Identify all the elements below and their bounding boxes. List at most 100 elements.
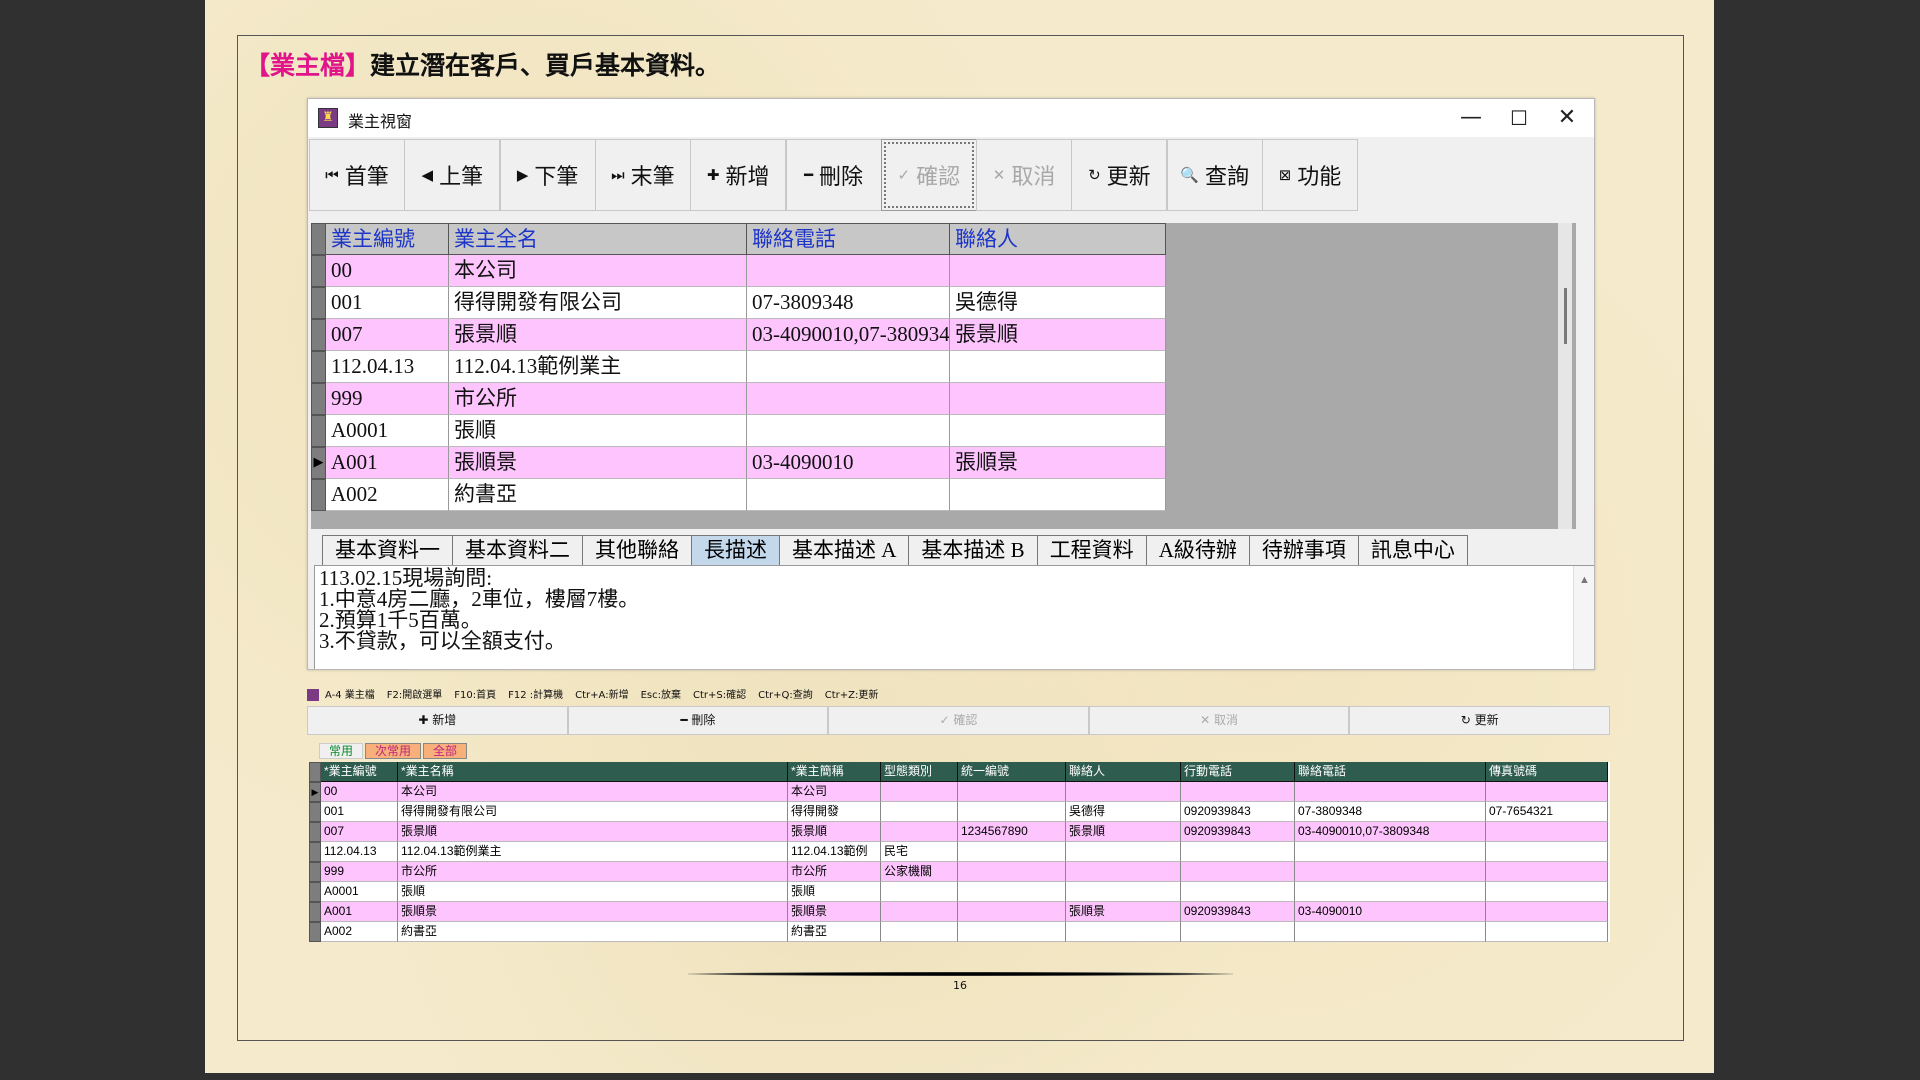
owner-list-grid[interactable]: *業主編號 *業主名稱 *業主簡稱 型態類別 統一編號 聯絡人 行動電話 聯絡電話 傳真號碼 ▶ 0… — [309, 762, 1610, 942]
grid-header-cell[interactable]: 業主全名 — [449, 223, 747, 255]
grid-cell[interactable]: 得得開發有限公司 — [449, 287, 747, 319]
owner-grid[interactable]: 業主編號 業主全名 聯絡電話 聯絡人 00 本公司 001 得得開發有限公司 07-380934… — [311, 223, 1576, 529]
list-cell[interactable]: A001 — [321, 902, 398, 922]
grid-cell[interactable] — [950, 383, 1166, 415]
list-cell[interactable]: 張順景 — [1066, 902, 1181, 922]
list-cell[interactable] — [958, 882, 1066, 902]
grid-cell[interactable]: 007 — [326, 319, 449, 351]
filter-tab-1[interactable]: 次常用 — [365, 743, 422, 759]
list-cell[interactable]: 約書亞 — [788, 922, 881, 942]
list-cell[interactable]: 公家機關 — [881, 862, 958, 882]
list-cell[interactable] — [958, 842, 1066, 862]
list-cell[interactable]: 999 — [321, 862, 398, 882]
list-header-cell[interactable]: 聯絡電話 — [1295, 762, 1486, 782]
list-cell[interactable]: 市公所 — [398, 862, 788, 882]
grid-header-cell[interactable]: 聯絡電話 — [747, 223, 950, 255]
list-confirm-button[interactable]: ✓ 確認 — [828, 706, 1089, 735]
grid-row[interactable]: 007 張景順 03-4090010,07-3809348 張景順 — [311, 319, 1166, 351]
list-header-cell[interactable]: *業主編號 — [321, 762, 398, 782]
grid-cell[interactable] — [950, 415, 1166, 447]
list-cell[interactable]: 0920939843 — [1181, 802, 1295, 822]
list-cell[interactable] — [1295, 782, 1486, 802]
list-cell[interactable] — [1486, 842, 1608, 862]
grid-cell[interactable] — [747, 479, 950, 511]
grid-header-cell[interactable]: 業主編號 — [326, 223, 449, 255]
grid-cell[interactable] — [950, 351, 1166, 383]
grid-vertical-scrollbar[interactable] — [1558, 223, 1572, 529]
grid-cell[interactable]: 吳德得 — [950, 287, 1166, 319]
long-description-memo[interactable]: 113.02.15現場詢問: 1.中意4房二廳，2車位，樓層7樓。 2.預算1千… — [314, 565, 1594, 669]
grid-cell[interactable] — [747, 255, 950, 287]
list-cell[interactable]: 本公司 — [788, 782, 881, 802]
grid-row[interactable]: ▶ A001 張順景 03-4090010 張順景 — [311, 447, 1166, 479]
scroll-thumb[interactable] — [1564, 288, 1567, 344]
list-cell[interactable]: 民宅 — [881, 842, 958, 862]
list-cell[interactable] — [1486, 882, 1608, 902]
list-cell[interactable]: 本公司 — [398, 782, 788, 802]
list-cell[interactable] — [881, 782, 958, 802]
grid-row[interactable]: 001 得得開發有限公司 07-3809348 吳德得 — [311, 287, 1166, 319]
list-cell[interactable] — [958, 862, 1066, 882]
grid-cell[interactable]: 112.04.13 — [326, 351, 449, 383]
toolbar-prev-button[interactable]: ◀ 上筆 — [404, 139, 501, 211]
grid-row[interactable]: A0001 張順 — [311, 415, 1166, 447]
list-cell[interactable]: 張景順 — [788, 822, 881, 842]
list-cell[interactable] — [1181, 922, 1295, 942]
list-cell[interactable]: 得得開發 — [788, 802, 881, 822]
tab-1[interactable]: 基本資料二 — [452, 535, 583, 565]
list-cell[interactable]: 00 — [321, 782, 398, 802]
grid-cell[interactable]: 112.04.13範例業主 — [449, 351, 747, 383]
list-cell[interactable] — [1486, 782, 1608, 802]
maximize-button[interactable]: ☐ — [1494, 103, 1544, 133]
list-header-cell[interactable]: 傳真號碼 — [1486, 762, 1608, 782]
list-cell[interactable] — [1295, 882, 1486, 902]
toolbar-confirm-button[interactable]: ✓ 確認 — [880, 139, 977, 211]
grid-cell[interactable]: 03-4090010,07-3809348 — [747, 319, 950, 351]
tab-9[interactable]: 訊息中心 — [1357, 535, 1468, 565]
tab-7[interactable]: A級待辦 — [1145, 535, 1250, 565]
list-cell[interactable] — [1181, 882, 1295, 902]
grid-cell[interactable]: 本公司 — [449, 255, 747, 287]
list-row[interactable]: A001 張順景 張順景 張順景 0920939843 03-4090010 — [309, 902, 1608, 922]
list-cell[interactable]: 001 — [321, 802, 398, 822]
grid-cell[interactable]: A0001 — [326, 415, 449, 447]
list-cell[interactable] — [1066, 842, 1181, 862]
grid-cell[interactable] — [747, 351, 950, 383]
grid-row[interactable]: A002 約書亞 — [311, 479, 1166, 511]
toolbar-last-button[interactable]: ⏭ 末筆 — [594, 139, 691, 211]
grid-cell[interactable]: A002 — [326, 479, 449, 511]
list-cell[interactable]: A0001 — [321, 882, 398, 902]
toolbar-delete-button[interactable]: ━ 刪除 — [785, 139, 882, 211]
minimize-button[interactable]: — — [1446, 103, 1496, 133]
list-row[interactable]: 999 市公所 市公所 公家機關 — [309, 862, 1608, 882]
list-cell[interactable] — [1486, 822, 1608, 842]
grid-cell[interactable]: 03-4090010 — [747, 447, 950, 479]
grid-row[interactable]: 00 本公司 — [311, 255, 1166, 287]
tab-2[interactable]: 其他聯絡 — [582, 535, 692, 565]
list-cell[interactable]: 007 — [321, 822, 398, 842]
list-cell[interactable] — [1066, 782, 1181, 802]
list-cell[interactable]: 得得開發有限公司 — [398, 802, 788, 822]
grid-row[interactable]: 999 市公所 — [311, 383, 1166, 415]
list-cell[interactable]: 03-4090010 — [1295, 902, 1486, 922]
grid-cell[interactable]: 張順 — [449, 415, 747, 447]
list-cell[interactable]: 0920939843 — [1181, 902, 1295, 922]
list-cell[interactable]: 07-7654321 — [1486, 802, 1608, 822]
list-cell[interactable] — [1066, 922, 1181, 942]
list-cell[interactable]: A002 — [321, 922, 398, 942]
list-header-cell[interactable]: *業主簡稱 — [788, 762, 881, 782]
list-cell[interactable] — [958, 782, 1066, 802]
toolbar-query-button[interactable]: 🔍 查詢 — [1166, 139, 1263, 211]
list-cell[interactable] — [1181, 842, 1295, 862]
list-cell[interactable] — [1181, 782, 1295, 802]
list-header-cell[interactable]: 型態類別 — [881, 762, 958, 782]
list-cancel-button[interactable]: ✕ 取消 — [1088, 706, 1350, 735]
list-cell[interactable] — [1295, 922, 1486, 942]
list-cell[interactable]: 張順景 — [398, 902, 788, 922]
tab-6[interactable]: 工程資料 — [1036, 535, 1147, 565]
list-cell[interactable] — [1295, 862, 1486, 882]
list-row[interactable]: 001 得得開發有限公司 得得開發 吳德得 0920939843 07-3809348 07… — [309, 802, 1608, 822]
tab-8[interactable]: 待辦事項 — [1248, 535, 1359, 565]
tab-4[interactable]: 基本描述 A — [779, 535, 910, 565]
list-cell[interactable] — [958, 922, 1066, 942]
